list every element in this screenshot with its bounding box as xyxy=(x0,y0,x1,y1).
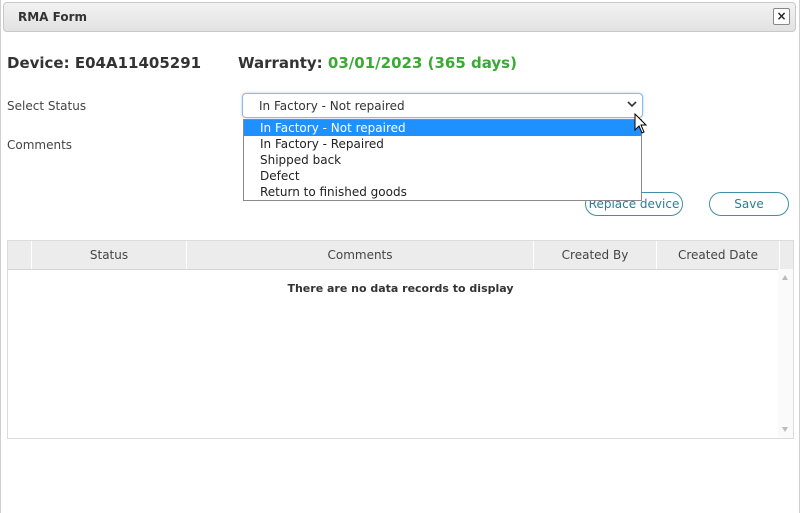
status-select[interactable]: In Factory - Not repaired xyxy=(242,93,643,118)
device-value: E04A11405291 xyxy=(74,54,202,72)
rma-history-grid: Status Comments Created By Created Date … xyxy=(7,240,794,439)
save-button[interactable]: Save xyxy=(709,192,789,216)
mouse-cursor-icon xyxy=(634,113,648,134)
status-option[interactable]: In Factory - Not repaired xyxy=(244,120,641,136)
dialog-title: RMA Form xyxy=(18,10,88,24)
scroll-down-arrow-icon[interactable] xyxy=(782,427,788,432)
grid-vertical-scrollbar[interactable] xyxy=(778,269,793,438)
empty-grid-message: There are no data records to display xyxy=(287,282,514,295)
warranty-value: 03/01/2023 (365 days) xyxy=(327,54,517,72)
status-option[interactable]: In Factory - Repaired xyxy=(244,136,641,152)
status-option[interactable]: Return to finished goods xyxy=(244,184,641,200)
status-dropdown-list: In Factory - Not repaired In Factory - R… xyxy=(243,119,642,201)
close-icon: × xyxy=(776,9,787,23)
rma-form-dialog: RMA Form × Device: E04A11405291 Warranty… xyxy=(0,0,800,513)
select-status-label: Select Status xyxy=(7,99,87,113)
warranty-label: Warranty: xyxy=(238,54,323,72)
status-option[interactable]: Shipped back xyxy=(244,152,641,168)
column-header-status[interactable]: Status xyxy=(32,241,187,269)
grid-header: Status Comments Created By Created Date xyxy=(8,241,793,270)
row-selector-header xyxy=(8,241,32,269)
device-label: Device: xyxy=(7,54,70,72)
column-header-created-by[interactable]: Created By xyxy=(534,241,657,269)
device-info: Device: E04A11405291 xyxy=(7,54,201,72)
title-bar: RMA Form × xyxy=(3,2,796,32)
close-button[interactable]: × xyxy=(773,8,790,25)
chevron-down-icon xyxy=(627,101,637,108)
status-select-value: In Factory - Not repaired xyxy=(259,99,405,113)
comments-label: Comments xyxy=(7,138,73,152)
column-header-comments[interactable]: Comments xyxy=(187,241,534,269)
status-option[interactable]: Defect xyxy=(244,168,641,184)
warranty-info: Warranty: 03/01/2023 (365 days) xyxy=(238,54,517,72)
scroll-up-arrow-icon[interactable] xyxy=(782,275,788,280)
column-header-created-date[interactable]: Created Date xyxy=(657,241,780,269)
